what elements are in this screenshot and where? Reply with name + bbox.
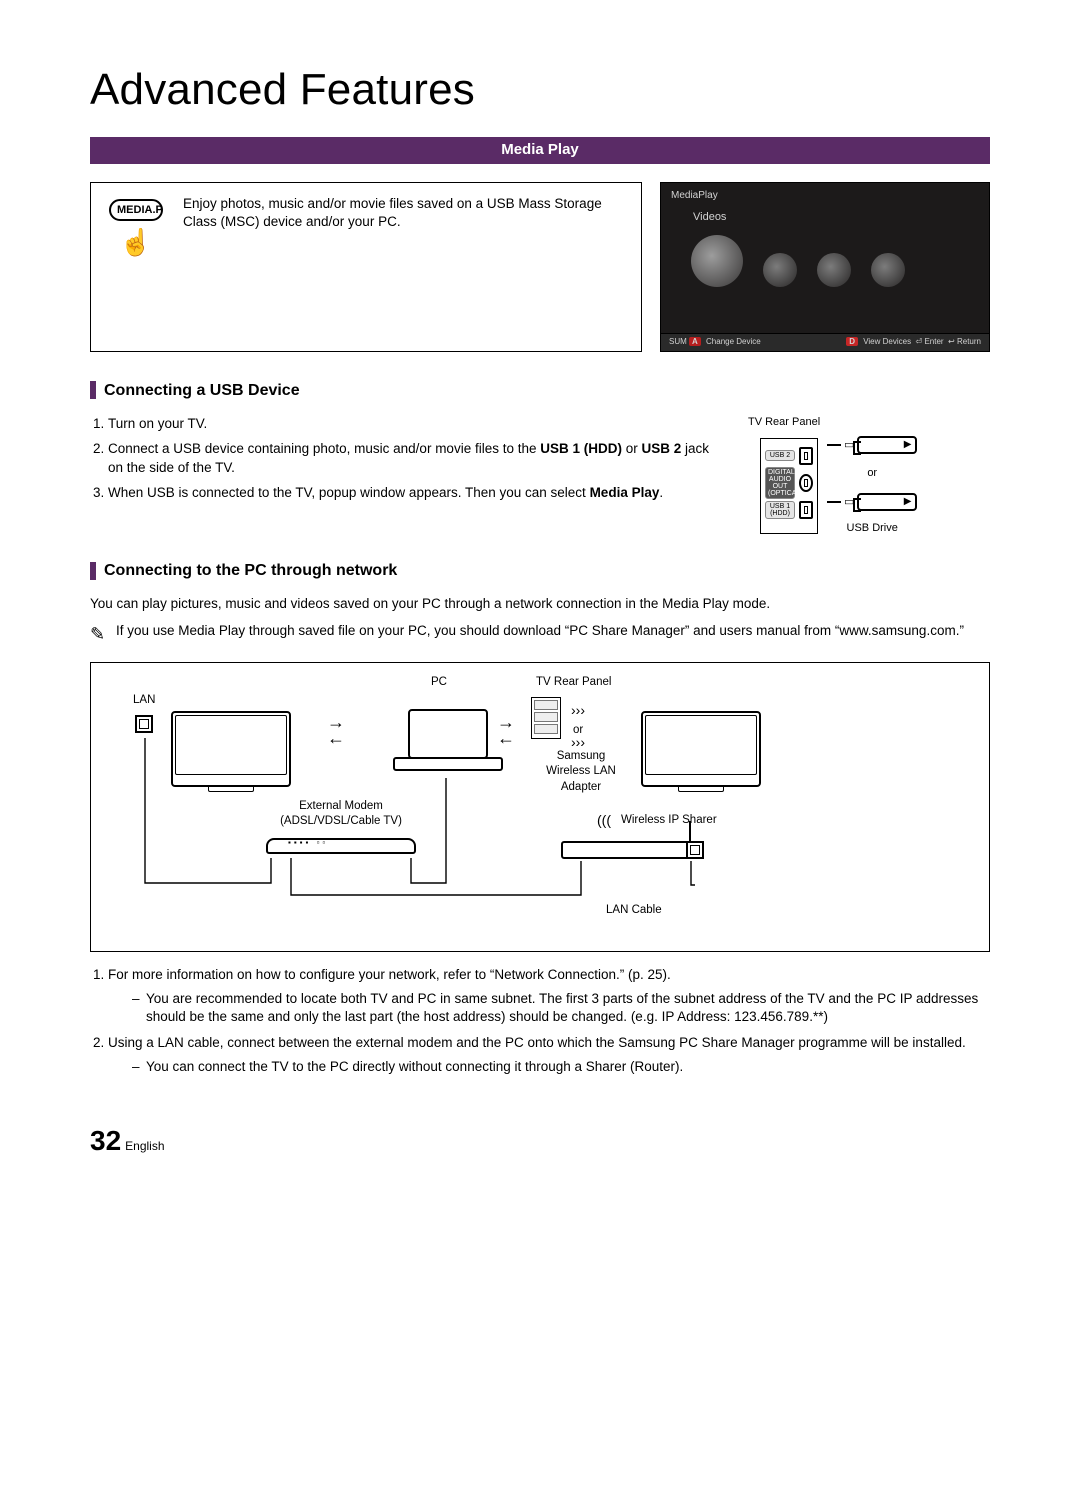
screenshot-header: MediaPlay xyxy=(671,189,979,203)
intro-row: MEDIA.P ☝ Enjoy photos, music and/or mov… xyxy=(90,182,990,352)
videos-icon xyxy=(691,235,743,287)
category-icon xyxy=(817,253,851,287)
pc-note: ✎ If you use Media Play through saved fi… xyxy=(90,622,990,646)
page-title: Advanced Features xyxy=(90,60,990,119)
usb-drive-label: USB Drive xyxy=(847,521,898,536)
page-footer: 32 English xyxy=(90,1122,990,1160)
pc-steps: For more information on how to configure… xyxy=(108,966,990,1076)
bottombar-left: SUM A Change Device xyxy=(669,337,761,348)
hand-icon: ☝ xyxy=(103,225,169,260)
section-pc-heading: Connecting to the PC through network xyxy=(90,560,990,582)
page-number: 32 xyxy=(90,1122,121,1160)
usb-drive-icon xyxy=(857,493,917,511)
list-item: When USB is connected to the TV, popup w… xyxy=(108,484,716,502)
mediap-button-block: MEDIA.P ☝ xyxy=(103,195,169,335)
a-badge: A xyxy=(689,337,701,346)
intro-box: MEDIA.P ☝ Enjoy photos, music and/or mov… xyxy=(90,182,642,352)
rear-panel-label: TV Rear Panel xyxy=(748,415,990,430)
list-item: Turn on your TV. xyxy=(108,415,716,433)
category-icon xyxy=(763,253,797,287)
rear-panel-diagram: USB 2 DIGITAL AUDIO OUT (OPTICAL) USB 1 … xyxy=(760,436,970,536)
d-badge: D xyxy=(846,337,858,346)
screenshot-category: Videos xyxy=(693,210,979,225)
intro-text: Enjoy photos, music and/or movie files s… xyxy=(183,195,625,335)
usb-steps: Turn on your TV. Connect a USB device co… xyxy=(108,415,716,502)
list-item: You can connect the TV to the PC directl… xyxy=(132,1058,990,1076)
note-icon: ✎ xyxy=(90,622,110,646)
pc-intro-para: You can play pictures, music and videos … xyxy=(90,595,990,613)
usb-drive-icon xyxy=(857,436,917,454)
page-language: English xyxy=(125,1138,164,1154)
tv-screenshot: MediaPlay Videos SUM A Change Device D V… xyxy=(660,182,990,352)
optical-port-icon xyxy=(799,474,813,492)
mediap-button-icon: MEDIA.P xyxy=(109,199,163,222)
list-item: Using a LAN cable, connect between the e… xyxy=(108,1034,990,1076)
media-play-bar: Media Play xyxy=(90,137,990,163)
or-text: or xyxy=(867,466,877,481)
cable-lines xyxy=(91,663,989,951)
section-usb-heading: Connecting a USB Device xyxy=(90,380,990,402)
settings-icon xyxy=(871,253,905,287)
list-item: You are recommended to locate both TV an… xyxy=(132,990,990,1026)
list-item: For more information on how to configure… xyxy=(108,966,990,1027)
network-diagram: LAN PC TV Rear Panel or Samsung Wireless… xyxy=(90,662,990,952)
list-item: Connect a USB device containing photo, m… xyxy=(108,440,716,476)
usb-port-icon xyxy=(799,501,813,519)
bottombar-right: D View Devices ⏎ Enter ↩ Return xyxy=(846,337,981,348)
usb-port-icon xyxy=(799,447,813,465)
